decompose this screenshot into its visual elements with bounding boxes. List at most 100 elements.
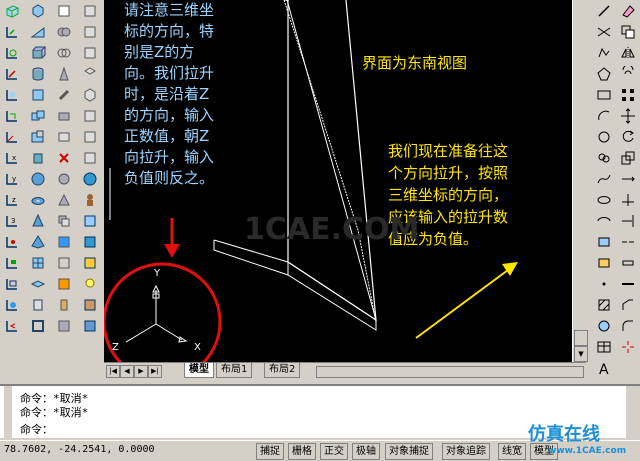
offset-icon[interactable]: [619, 65, 637, 83]
person-icon[interactable]: [81, 191, 99, 209]
copy-icon[interactable]: [619, 23, 637, 41]
scroll-thumb[interactable]: [574, 330, 588, 346]
table-icon[interactable]: [595, 338, 613, 356]
tab-layout1[interactable]: 布局1: [216, 363, 253, 378]
offset-face-icon[interactable]: [55, 128, 73, 146]
ellipse-arc-icon[interactable]: [595, 212, 613, 230]
extrude-icon[interactable]: [3, 23, 21, 41]
mtext-icon[interactable]: A: [595, 359, 613, 377]
rotate-icon[interactable]: [619, 128, 637, 146]
separate-icon[interactable]: [55, 317, 73, 335]
lineweight-toggle[interactable]: 线宽: [498, 443, 526, 460]
ucs-3point-icon[interactable]: 3: [3, 212, 21, 230]
tab-model[interactable]: 模型: [184, 363, 214, 378]
drawing-canvas[interactable]: 请注意三维坐 标的方向，特 别是Z的方 向。我们拉升 时，是沿着Z 的方向，输入…: [104, 0, 572, 362]
copy-face-icon[interactable]: [55, 212, 73, 230]
ellipse-icon[interactable]: [595, 191, 613, 209]
view-front-icon[interactable]: [81, 86, 99, 104]
hatch-icon[interactable]: [595, 296, 613, 314]
scale-icon[interactable]: [619, 149, 637, 167]
pyramid-icon[interactable]: [29, 233, 47, 251]
tab-layout2[interactable]: 布局2: [264, 363, 301, 378]
section-icon[interactable]: [3, 86, 21, 104]
array-icon[interactable]: [619, 86, 637, 104]
command-prompt[interactable]: 命令：: [20, 421, 53, 437]
ucs-z-icon[interactable]: z: [3, 191, 21, 209]
vertical-scrollbar[interactable]: ▼: [572, 0, 588, 362]
hide-icon[interactable]: [81, 212, 99, 230]
osnap-toggle[interactable]: 对象捕捉: [385, 443, 433, 460]
view-right-icon[interactable]: [81, 65, 99, 83]
stretch-icon[interactable]: [619, 170, 637, 188]
union-icon[interactable]: [29, 107, 47, 125]
imprint-icon[interactable]: [55, 296, 73, 314]
break-icon[interactable]: [619, 254, 637, 272]
ucs-y-icon[interactable]: y: [3, 170, 21, 188]
color-face-icon[interactable]: [55, 233, 73, 251]
edge-icon[interactable]: [29, 296, 47, 314]
snap-toggle[interactable]: 捕捉: [256, 443, 284, 460]
interfere-icon[interactable]: [3, 107, 21, 125]
otrack-toggle[interactable]: 对象追踪: [442, 443, 490, 460]
block-icon[interactable]: [29, 86, 47, 104]
extend-icon[interactable]: [619, 212, 637, 230]
arc-icon[interactable]: [595, 107, 613, 125]
intersect-solid-icon[interactable]: [55, 44, 73, 62]
view-se-icon[interactable]: [81, 149, 99, 167]
break-at-point-icon[interactable]: [619, 233, 637, 251]
tab-first-button[interactable]: |◀: [106, 365, 120, 378]
copy-edge-icon[interactable]: [55, 254, 73, 272]
view-bottom-icon[interactable]: [81, 23, 99, 41]
mesh-icon[interactable]: [29, 254, 47, 272]
color-edge-icon[interactable]: [55, 275, 73, 293]
grid-toggle[interactable]: 栅格: [288, 443, 316, 460]
spline-icon[interactable]: [595, 170, 613, 188]
ortho-toggle[interactable]: 正交: [320, 443, 348, 460]
erase-icon[interactable]: [619, 2, 637, 20]
horizontal-scrollbar[interactable]: [316, 366, 584, 378]
intersect-icon[interactable]: [29, 149, 47, 167]
sphere-icon[interactable]: [29, 170, 47, 188]
ucs-prev-icon[interactable]: [3, 317, 21, 335]
mirror-icon[interactable]: [619, 44, 637, 62]
torus-icon[interactable]: [29, 191, 47, 209]
fillet-icon[interactable]: [619, 317, 637, 335]
cone-icon[interactable]: [29, 212, 47, 230]
ucs-view-icon[interactable]: [3, 275, 21, 293]
scroll-down-button[interactable]: ▼: [574, 346, 588, 362]
ucs-x-icon[interactable]: x: [3, 149, 21, 167]
view-sw-icon[interactable]: [81, 128, 99, 146]
shape-icon[interactable]: [55, 23, 73, 41]
solid-box-icon[interactable]: [29, 44, 47, 62]
construction-line-icon[interactable]: [595, 23, 613, 41]
join-icon[interactable]: [619, 275, 637, 293]
rectangle-icon[interactable]: [595, 86, 613, 104]
revision-cloud-icon[interactable]: [595, 149, 613, 167]
line-icon[interactable]: [595, 2, 613, 20]
ucs-world-icon[interactable]: [3, 296, 21, 314]
shade-icon[interactable]: [81, 233, 99, 251]
ucs-object-icon[interactable]: [3, 233, 21, 251]
background-icon[interactable]: [81, 317, 99, 335]
region-icon[interactable]: [595, 317, 613, 335]
circle-icon[interactable]: [595, 128, 613, 146]
revolve-icon[interactable]: [3, 44, 21, 62]
view-left-icon[interactable]: [81, 44, 99, 62]
ucs-face-icon[interactable]: [3, 254, 21, 272]
wedge-icon[interactable]: [29, 23, 47, 41]
delete-face-icon[interactable]: [55, 149, 73, 167]
tab-next-button[interactable]: ▶: [134, 365, 148, 378]
chamfer-icon[interactable]: [619, 296, 637, 314]
light-icon[interactable]: [81, 275, 99, 293]
explode-icon[interactable]: [619, 338, 637, 356]
rotate-face-icon[interactable]: [55, 170, 73, 188]
slice-icon[interactable]: [3, 65, 21, 83]
render-icon[interactable]: [81, 254, 99, 272]
cube-icon[interactable]: [29, 2, 47, 20]
box-icon[interactable]: [3, 2, 21, 20]
union-solid-icon[interactable]: [55, 2, 73, 20]
view-back-icon[interactable]: [81, 107, 99, 125]
taper-face-icon[interactable]: [55, 191, 73, 209]
shell-icon[interactable]: [29, 317, 47, 335]
view-top-icon[interactable]: [81, 2, 99, 20]
